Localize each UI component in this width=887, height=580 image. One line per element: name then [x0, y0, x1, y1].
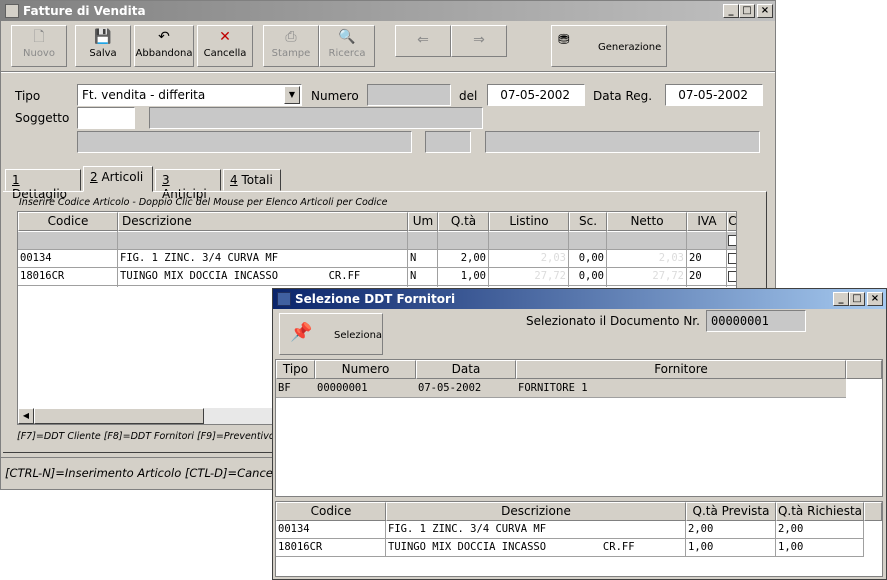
soggetto-name-field[interactable]	[149, 107, 483, 129]
hint-text: Inserire Codice Articolo - Doppio Clic d…	[19, 197, 388, 208]
pushpin-icon: 📌	[290, 322, 313, 343]
close-button[interactable]: ×	[757, 4, 773, 18]
col-extra	[864, 502, 882, 521]
arrow-left-icon: ⇐	[417, 32, 429, 48]
seleziona-button[interactable]: 📌 Seleziona	[279, 313, 383, 355]
table-row[interactable]: BF 00000001 07-05-2002 FORNITORE 1	[276, 379, 846, 398]
toolbar-divider	[1, 71, 775, 73]
new-document-icon: 🗋	[33, 29, 45, 45]
generazione-button[interactable]: ⛃ Generazione	[551, 25, 667, 67]
generation-icon: ⛃	[558, 32, 570, 48]
address-field[interactable]	[77, 131, 412, 153]
col-qta-richiesta[interactable]: Q.tà Richiesta	[776, 502, 864, 521]
city-field[interactable]	[485, 131, 760, 153]
tab-dettaglio[interactable]: 1 Dettaglio	[5, 169, 81, 201]
col-extra	[846, 360, 882, 379]
articles-table[interactable]: Codice Descrizione Q.tà Prevista Q.tà Ri…	[275, 501, 883, 577]
ricerca-button[interactable]: 🔍 Ricerca	[319, 25, 375, 67]
col-data[interactable]: Data	[416, 360, 516, 379]
selected-doc-label: Selezionato il Documento Nr.	[526, 314, 700, 328]
undo-icon: ↶	[158, 29, 170, 45]
tab-articoli[interactable]: 2 Articoli	[83, 166, 153, 192]
col-codice[interactable]: Codice	[276, 502, 386, 521]
col-codice[interactable]: Codice	[18, 212, 118, 231]
dialog-title: Selezione DDT Fornitori	[295, 292, 456, 306]
save-icon: 💾	[94, 29, 112, 45]
tab-anticipi[interactable]: 3 Anticipi	[155, 169, 221, 201]
col-tipo[interactable]: Tipo	[276, 360, 315, 379]
numero-label: Numero	[311, 89, 359, 103]
app-icon	[5, 4, 19, 18]
table-col-lines	[276, 521, 864, 557]
minimize-button[interactable]: _	[723, 4, 739, 18]
tipo-label: Tipo	[15, 89, 41, 103]
col-netto[interactable]: Netto	[607, 212, 687, 231]
maximize-button[interactable]: □	[739, 4, 755, 18]
grid-header: Codice Descrizione Um Q.tà Listino Sc. N…	[18, 212, 736, 231]
numero-field[interactable]	[367, 84, 451, 106]
col-sc[interactable]: Sc.	[569, 212, 607, 231]
printer-icon: ⎙	[285, 29, 297, 45]
ddt-dialog: Selezione DDT Fornitori _ □ × 📌 Selezion…	[272, 288, 887, 580]
dialog-maximize-button[interactable]: □	[849, 292, 865, 306]
ddt-table[interactable]: Tipo Numero Data Fornitore BF 00000001 0…	[275, 359, 883, 497]
tipo-select[interactable]: Ft. vendita - differita ▼	[77, 84, 302, 106]
dialog-app-icon	[277, 292, 291, 306]
datareg-label: Data Reg.	[593, 89, 653, 103]
previous-button[interactable]: ⇐	[395, 25, 451, 57]
main-title: Fatture di Vendita	[23, 4, 146, 18]
col-iva[interactable]: IVA	[687, 212, 727, 231]
soggetto-code-field[interactable]	[77, 107, 135, 129]
delete-icon: ✕	[219, 29, 231, 45]
main-titlebar[interactable]: Fatture di Vendita _ □ ×	[1, 1, 775, 21]
dropdown-arrow-icon[interactable]: ▼	[284, 86, 300, 104]
search-icon: 🔍	[338, 29, 356, 45]
arrow-right-icon: ⇒	[473, 32, 485, 48]
col-numero[interactable]: Numero	[315, 360, 416, 379]
selected-doc-field[interactable]: 00000001	[706, 310, 806, 332]
province-field[interactable]	[425, 131, 471, 153]
del-label: del	[459, 89, 478, 103]
function-keys-hint: [F7]=DDT Cliente [F8]=DDT Fornitori [F9]…	[17, 431, 275, 442]
scroll-left-icon[interactable]: ◀	[18, 408, 34, 424]
dialog-close-button[interactable]: ×	[867, 292, 883, 306]
toolbar: 🗋 Nuovo 💾 Salva ↶ Abbandona ✕ Cancella ⎙…	[1, 21, 775, 71]
del-date-field[interactable]: 07-05-2002	[487, 84, 585, 106]
dialog-minimize-button[interactable]: _	[833, 292, 849, 306]
stampe-button[interactable]: ⎙ Stampe	[263, 25, 319, 67]
salva-button[interactable]: 💾 Salva	[75, 25, 131, 67]
col-listino[interactable]: Listino	[489, 212, 569, 231]
dialog-titlebar[interactable]: Selezione DDT Fornitori _ □ ×	[273, 289, 886, 309]
col-um[interactable]: Um	[408, 212, 438, 231]
cancella-button[interactable]: ✕ Cancella	[197, 25, 253, 67]
nuovo-button[interactable]: 🗋 Nuovo	[11, 25, 67, 67]
col-qta[interactable]: Q.tà	[438, 212, 489, 231]
col-descrizione[interactable]: Descrizione	[118, 212, 408, 231]
col-qta-prevista[interactable]: Q.tà Prevista	[686, 502, 776, 521]
col-fornitore[interactable]: Fornitore	[516, 360, 846, 379]
scroll-thumb[interactable]	[34, 408, 204, 424]
grid-col-lines	[18, 231, 736, 287]
col-descrizione[interactable]: Descrizione	[386, 502, 686, 521]
datareg-field[interactable]: 07-05-2002	[665, 84, 763, 106]
abbandona-button[interactable]: ↶ Abbandona	[134, 25, 194, 67]
soggetto-label: Soggetto	[15, 111, 70, 125]
next-button[interactable]: ⇒	[451, 25, 507, 57]
tab-totali[interactable]: 4 Totali	[223, 169, 281, 191]
col-c[interactable]: C	[727, 212, 736, 231]
